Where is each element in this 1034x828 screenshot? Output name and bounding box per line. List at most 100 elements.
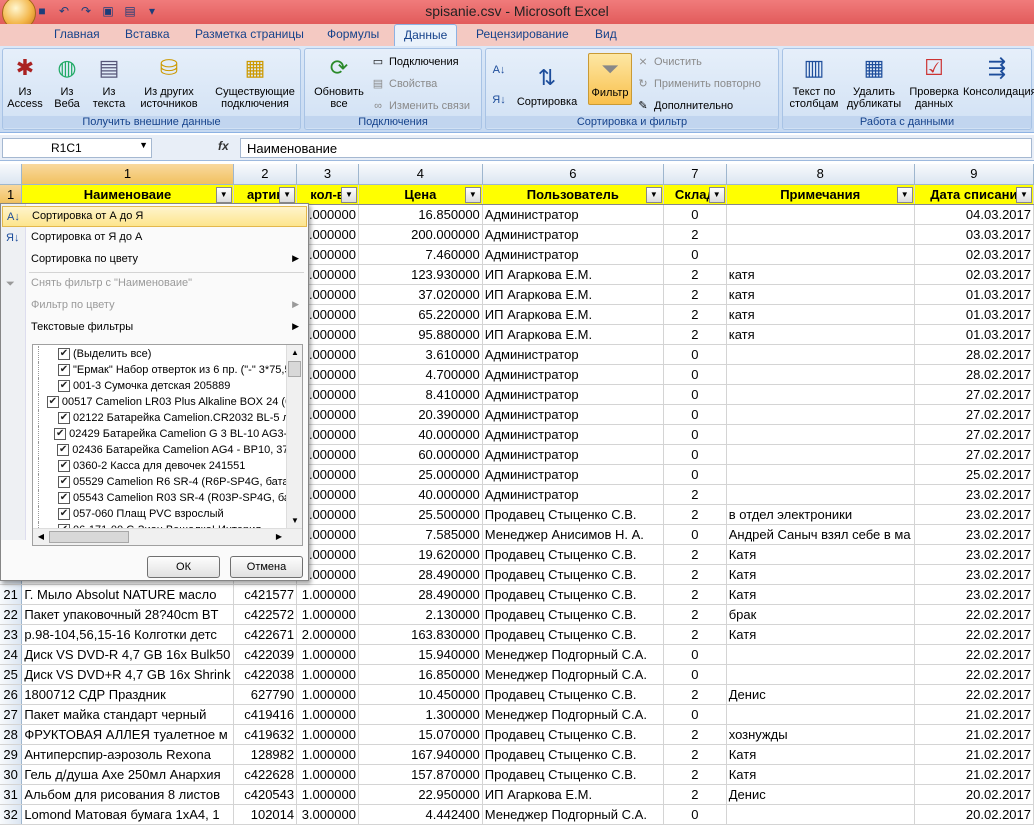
cell[interactable]: 21.02.2017 xyxy=(914,764,1034,785)
cell[interactable] xyxy=(726,224,915,245)
cell[interactable]: Продавец Стыценко С.В. xyxy=(482,584,664,605)
column-header[interactable]: 8 xyxy=(726,164,915,185)
text-to-columns-button[interactable]: ▥ Текст по столбцам xyxy=(785,53,843,110)
cell[interactable]: 65.220000 xyxy=(358,304,483,325)
column-header[interactable]: 3 xyxy=(296,164,359,185)
cell[interactable]: 2 xyxy=(663,484,727,505)
cell[interactable] xyxy=(726,404,915,425)
cell[interactable]: Продавец Стыценко С.В. xyxy=(482,504,664,525)
row-header[interactable]: 24 xyxy=(0,644,23,665)
header-cell[interactable]: Примечания ▼ xyxy=(726,184,915,205)
cell[interactable]: 01.03.2017 xyxy=(914,284,1034,305)
cell[interactable]: 1.000000 xyxy=(296,684,359,705)
cell[interactable] xyxy=(726,344,915,365)
cell[interactable]: 02.03.2017 xyxy=(914,264,1034,285)
horizontal-scrollbar[interactable]: ◀ ▶ xyxy=(33,528,302,545)
cell[interactable]: 1.000000 xyxy=(296,664,359,685)
cell[interactable]: 22.950000 xyxy=(358,784,483,805)
sort-z-to-a-item[interactable]: Я↓ Сортировка от Я до А xyxy=(2,228,307,249)
cell[interactable]: 23.02.2017 xyxy=(914,564,1034,585)
cell[interactable]: c419416 xyxy=(233,704,298,725)
filter-values-list[interactable]: ✔ (Выделить все) ✔ "Ермак" Набор отверток и… xyxy=(32,344,303,546)
list-item[interactable]: ✔ 05543 Camelion R03 SR-4 (R03P-SP4G, бат… xyxy=(33,490,302,506)
cell[interactable]: 27.02.2017 xyxy=(914,444,1034,465)
clear-filter-item[interactable]: ⏷ Снять фильтр с "Наименоваие" xyxy=(2,274,307,295)
filter-dropdown-icon[interactable]: ▼ xyxy=(279,186,296,203)
cell[interactable]: 01.03.2017 xyxy=(914,324,1034,345)
cell[interactable]: 2 xyxy=(663,224,727,245)
from-access-button[interactable]: ✱ Из Access xyxy=(5,53,45,110)
cell[interactable]: 10.450000 xyxy=(358,684,483,705)
cell[interactable]: 7.460000 xyxy=(358,244,483,265)
checkbox-checked-icon[interactable]: ✔ xyxy=(58,348,70,360)
cell[interactable]: 15.070000 xyxy=(358,724,483,745)
cell[interactable]: 1.000000 xyxy=(296,784,359,805)
cell[interactable]: 22.02.2017 xyxy=(914,684,1034,705)
cell[interactable]: c420543 xyxy=(233,784,298,805)
cell[interactable]: 22.02.2017 xyxy=(914,664,1034,685)
list-item[interactable]: ✔ 05529 Camelion R6 SR-4 (R6P-SP4G, батар… xyxy=(33,474,302,490)
cell[interactable]: Антиперспир-аэрозоль Rexona xyxy=(21,744,234,765)
chevron-down-icon[interactable]: ▼ xyxy=(139,140,148,150)
list-item[interactable]: ✔ 001-3 Сумочка детская 205889 xyxy=(33,378,302,394)
cell[interactable]: 8.410000 xyxy=(358,384,483,405)
cell[interactable]: 40.000000 xyxy=(358,484,483,505)
cell[interactable]: 2 xyxy=(663,504,727,525)
cell[interactable]: 2 xyxy=(663,744,727,765)
row-header[interactable]: 26 xyxy=(0,684,23,705)
list-item[interactable]: ✔ 02429 Батарейка Camelion G 3 BL-10 AG3-… xyxy=(33,426,302,442)
checkbox-checked-icon[interactable]: ✔ xyxy=(58,492,70,504)
cell[interactable]: 27.02.2017 xyxy=(914,424,1034,445)
tab-page-layout[interactable]: Разметка страницы xyxy=(195,27,304,41)
from-web-button[interactable]: ◍ Из Веба xyxy=(47,53,87,110)
cell[interactable]: 2 xyxy=(663,684,727,705)
cell[interactable]: 22.02.2017 xyxy=(914,624,1034,645)
cell[interactable] xyxy=(726,664,915,685)
consolidate-button[interactable]: ⇶ Консолидация xyxy=(963,53,1034,98)
tab-formulas[interactable]: Формулы xyxy=(327,27,379,41)
cell[interactable]: c422039 xyxy=(233,644,298,665)
cell[interactable]: 2 xyxy=(663,584,727,605)
cell[interactable] xyxy=(726,484,915,505)
cell[interactable]: c422038 xyxy=(233,664,298,685)
insert-function-button[interactable]: fx xyxy=(218,139,229,153)
cell[interactable] xyxy=(726,364,915,385)
cell[interactable]: 0 xyxy=(663,244,727,265)
cell[interactable]: 20.390000 xyxy=(358,404,483,425)
advanced-button[interactable]: ✎ Дополнительно xyxy=(636,99,733,113)
cell[interactable]: Диск VS DVD-R 4,7 GB 16x Bulk50 xyxy=(21,644,234,665)
checkbox-checked-icon[interactable]: ✔ xyxy=(58,412,70,424)
cell[interactable]: 25.000000 xyxy=(358,464,483,485)
cell[interactable]: 102014 xyxy=(233,804,298,825)
cell[interactable]: Продавец Стыценко С.В. xyxy=(482,684,664,705)
list-item[interactable]: ✔ "Ермак" Набор отверток из 6 пр. ("-" 3*… xyxy=(33,362,302,378)
cell[interactable]: 01.03.2017 xyxy=(914,304,1034,325)
cell[interactable]: 27.02.2017 xyxy=(914,404,1034,425)
cell[interactable]: 2.000000 xyxy=(296,624,359,645)
checkbox-checked-icon[interactable]: ✔ xyxy=(58,364,70,376)
cell[interactable]: 0 xyxy=(663,664,727,685)
cell[interactable]: катя xyxy=(726,284,915,305)
cell[interactable]: Альбом для рисования 8 листов xyxy=(21,784,234,805)
remove-duplicates-button[interactable]: ▦ Удалить дубликаты xyxy=(845,53,903,110)
cell[interactable]: 25.500000 xyxy=(358,504,483,525)
formula-input[interactable]: Наименование xyxy=(240,138,1032,158)
list-item[interactable]: ✔ (Выделить все) xyxy=(33,346,302,362)
cell[interactable]: 16.850000 xyxy=(358,664,483,685)
cell[interactable]: 23.02.2017 xyxy=(914,484,1034,505)
cell[interactable]: 0 xyxy=(663,404,727,425)
scroll-left-icon[interactable]: ◀ xyxy=(33,529,49,545)
column-header[interactable]: 7 xyxy=(663,164,727,185)
cell[interactable]: 1800712 СДР Праздник xyxy=(21,684,234,705)
cell[interactable]: 627790 xyxy=(233,684,298,705)
cell[interactable]: Пакет майка стандарт черный xyxy=(21,704,234,725)
text-filters-item[interactable]: Текстовые фильтры ▶ xyxy=(2,318,307,339)
row-header[interactable]: 32 xyxy=(0,804,23,825)
tab-insert[interactable]: Вставка xyxy=(125,27,170,41)
checkbox-checked-icon[interactable]: ✔ xyxy=(54,428,67,440)
cell[interactable]: 0 xyxy=(663,804,727,825)
row-header[interactable]: 30 xyxy=(0,764,23,785)
cell[interactable]: в отдел электроники xyxy=(726,504,915,525)
connections-button[interactable]: ▭ Подключения xyxy=(371,55,459,69)
name-box[interactable]: R1C1 ▼ xyxy=(2,138,152,158)
